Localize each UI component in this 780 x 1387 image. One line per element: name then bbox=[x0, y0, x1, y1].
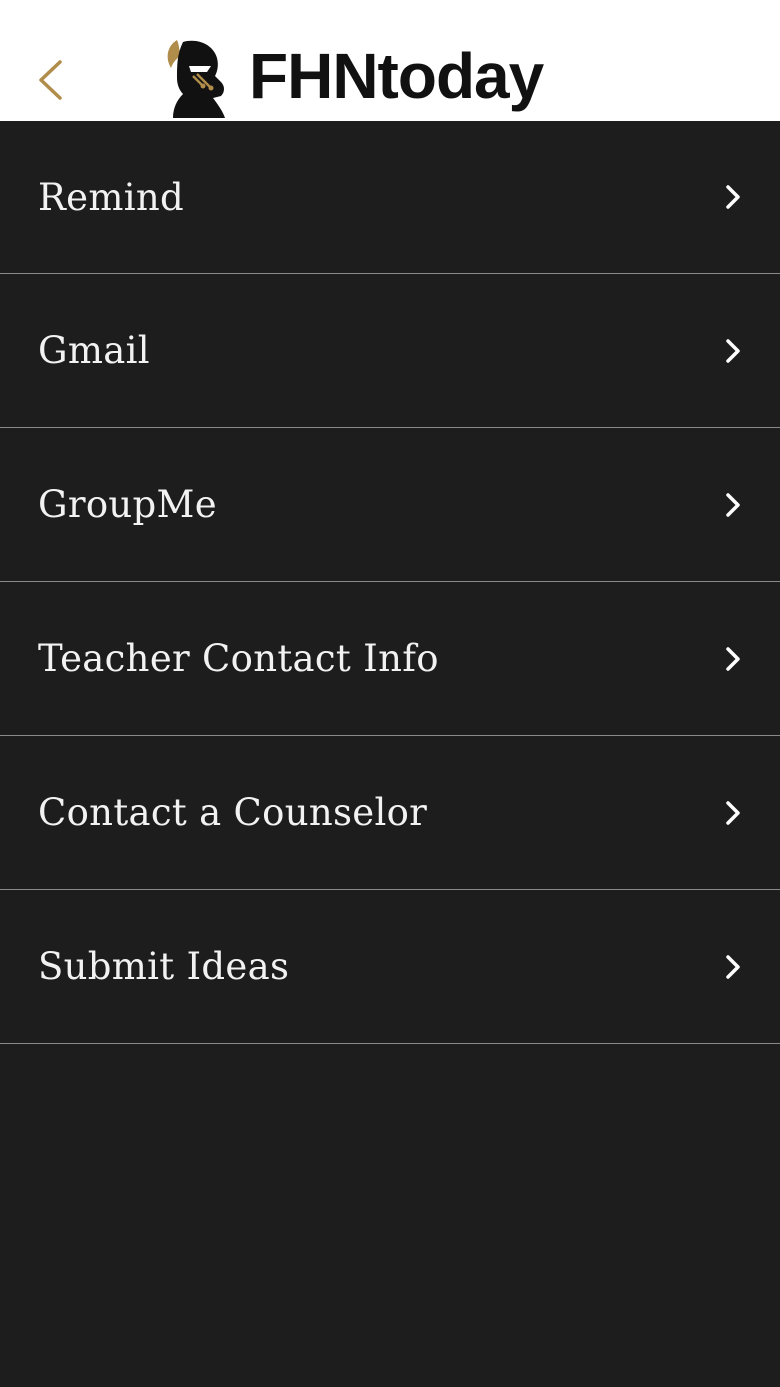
menu-item-label: Remind bbox=[38, 175, 184, 219]
menu-item-remind[interactable]: Remind bbox=[0, 121, 780, 274]
chevron-right-icon bbox=[726, 185, 740, 209]
menu-item-label: Submit Ideas bbox=[38, 945, 290, 988]
header-bar: FHNtoday bbox=[0, 0, 780, 121]
menu-item-label: Contact a Counselor bbox=[38, 791, 428, 834]
menu-item-label: Gmail bbox=[38, 329, 150, 372]
chevron-right-icon bbox=[726, 338, 740, 363]
menu-item-contact-a-counselor[interactable]: Contact a Counselor bbox=[0, 736, 780, 890]
back-button[interactable] bbox=[22, 50, 78, 110]
menu-item-label: GroupMe bbox=[38, 483, 217, 526]
menu-item-label: Teacher Contact Info bbox=[38, 637, 439, 680]
chevron-left-icon bbox=[39, 60, 62, 100]
menu-item-groupme[interactable]: GroupMe bbox=[0, 428, 780, 582]
chevron-right-icon bbox=[726, 800, 740, 825]
chevron-right-icon bbox=[726, 954, 740, 979]
brand-name: FHNtoday bbox=[249, 40, 544, 112]
chevron-right-icon bbox=[726, 492, 740, 517]
menu-item-submit-ideas[interactable]: Submit Ideas bbox=[0, 890, 780, 1044]
app-logo: FHNtoday bbox=[163, 36, 544, 120]
chevron-right-icon bbox=[726, 646, 740, 671]
app-screen: FHNtoday Remind Gmail GroupMe Teacher Co… bbox=[0, 0, 780, 1387]
menu-item-gmail[interactable]: Gmail bbox=[0, 274, 780, 428]
knight-helmet-icon bbox=[167, 40, 225, 118]
link-menu: Remind Gmail GroupMe Teacher Contact Inf… bbox=[0, 121, 780, 1044]
menu-item-teacher-contact-info[interactable]: Teacher Contact Info bbox=[0, 582, 780, 736]
